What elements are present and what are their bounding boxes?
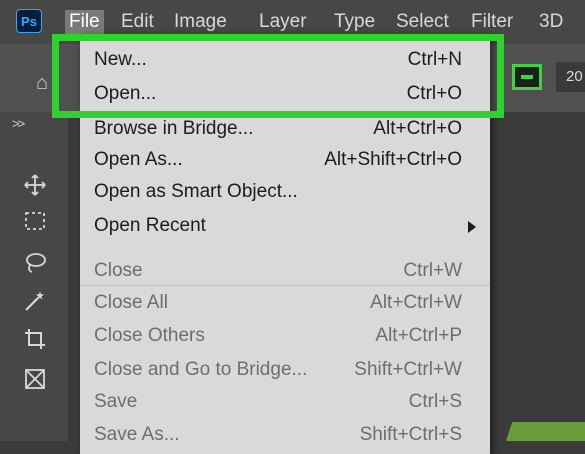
menu-item-shortcut: Alt+Ctrl+O — [373, 118, 462, 139]
menu-item-label: Open... — [94, 83, 157, 104]
magic-wand-tool-icon[interactable] — [22, 288, 48, 314]
menu-item-label: Open as Smart Object... — [94, 181, 298, 202]
menu-item-shortcut: Alt+Ctrl+P — [375, 325, 462, 346]
menu-item-label: Close Others — [94, 325, 205, 346]
menu-item-shortcut: Shift+Ctrl+W — [354, 359, 462, 380]
menu-image[interactable]: Image — [170, 10, 231, 34]
menu-item-save[interactable]: Save Ctrl+S — [94, 386, 490, 418]
menu-item-shortcut: Alt+Shift+Ctrl+O — [324, 149, 462, 170]
menu-item-shortcut: Ctrl+W — [403, 260, 462, 281]
menu-item-close-and-go-to-bridge[interactable]: Close and Go to Bridge... Shift+Ctrl+W — [94, 354, 490, 386]
menu-item-label: Close All — [94, 292, 168, 313]
menu-item-close[interactable]: Close Ctrl+W — [94, 255, 490, 287]
photoshop-logo: Ps — [16, 9, 42, 33]
menu-item-label: Save As... — [94, 424, 180, 445]
menu-item-label: New... — [94, 49, 147, 70]
menu-item-label: Browse in Bridge... — [94, 118, 254, 139]
menu-item-label: Open As... — [94, 149, 183, 170]
menu-item-open-as-smart-object[interactable]: Open as Smart Object... — [94, 176, 490, 208]
menu-item-browse-in-bridge[interactable]: Browse in Bridge... Alt+Ctrl+O — [94, 113, 490, 145]
size-field[interactable]: 20 — [556, 62, 585, 92]
menu-item-close-all[interactable]: Close All Alt+Ctrl+W — [94, 287, 490, 319]
menu-file[interactable]: File — [65, 10, 104, 34]
menu-item-new[interactable]: New... Ctrl+N — [94, 44, 490, 76]
file-menu-dropdown: New... Ctrl+N Open... Ctrl+O Browse in B… — [80, 34, 490, 454]
menu-item-shortcut: Shift+Ctrl+S — [359, 424, 462, 445]
tool-panel: >> — [0, 112, 68, 441]
submenu-arrow-icon — [468, 221, 476, 233]
menu-item-shortcut: Ctrl+N — [407, 49, 462, 70]
marquee-tool-icon[interactable] — [22, 208, 48, 234]
stroke-color-swatch[interactable] — [512, 64, 542, 90]
menu-layer[interactable]: Layer — [255, 10, 311, 34]
menu-item-shortcut: Alt+Ctrl+W — [370, 292, 462, 313]
menu-item-shortcut: Ctrl+S — [408, 391, 462, 412]
menu-3d[interactable]: 3D — [535, 10, 567, 34]
menu-item-shortcut: Ctrl+O — [406, 83, 462, 104]
menu-item-close-others[interactable]: Close Others Alt+Ctrl+P — [94, 320, 490, 352]
menu-item-save-as[interactable]: Save As... Shift+Ctrl+S — [94, 419, 490, 451]
crop-tool-icon[interactable] — [22, 326, 48, 352]
wikihow-watermark — [506, 422, 585, 441]
menu-item-open-recent[interactable]: Open Recent — [94, 210, 490, 242]
menu-item-label: Open Recent — [94, 215, 206, 236]
menu-item-open[interactable]: Open... Ctrl+O — [94, 78, 490, 110]
lasso-tool-icon[interactable] — [22, 250, 48, 276]
menu-filter[interactable]: Filter — [467, 10, 517, 34]
menu-item-label: Close and Go to Bridge... — [94, 359, 308, 380]
menu-item-label: Close — [94, 260, 143, 281]
menu-type[interactable]: Type — [330, 10, 379, 34]
menu-edit[interactable]: Edit — [117, 10, 158, 34]
move-tool-icon[interactable] — [22, 172, 48, 198]
menu-item-label: Save — [94, 391, 138, 412]
menu-select[interactable]: Select — [392, 10, 453, 34]
home-icon[interactable]: ⌂ — [36, 72, 48, 95]
collapse-panel-icon[interactable]: >> — [12, 116, 25, 131]
frame-tool-icon[interactable] — [22, 366, 48, 392]
menu-item-open-as[interactable]: Open As... Alt+Shift+Ctrl+O — [94, 144, 490, 176]
